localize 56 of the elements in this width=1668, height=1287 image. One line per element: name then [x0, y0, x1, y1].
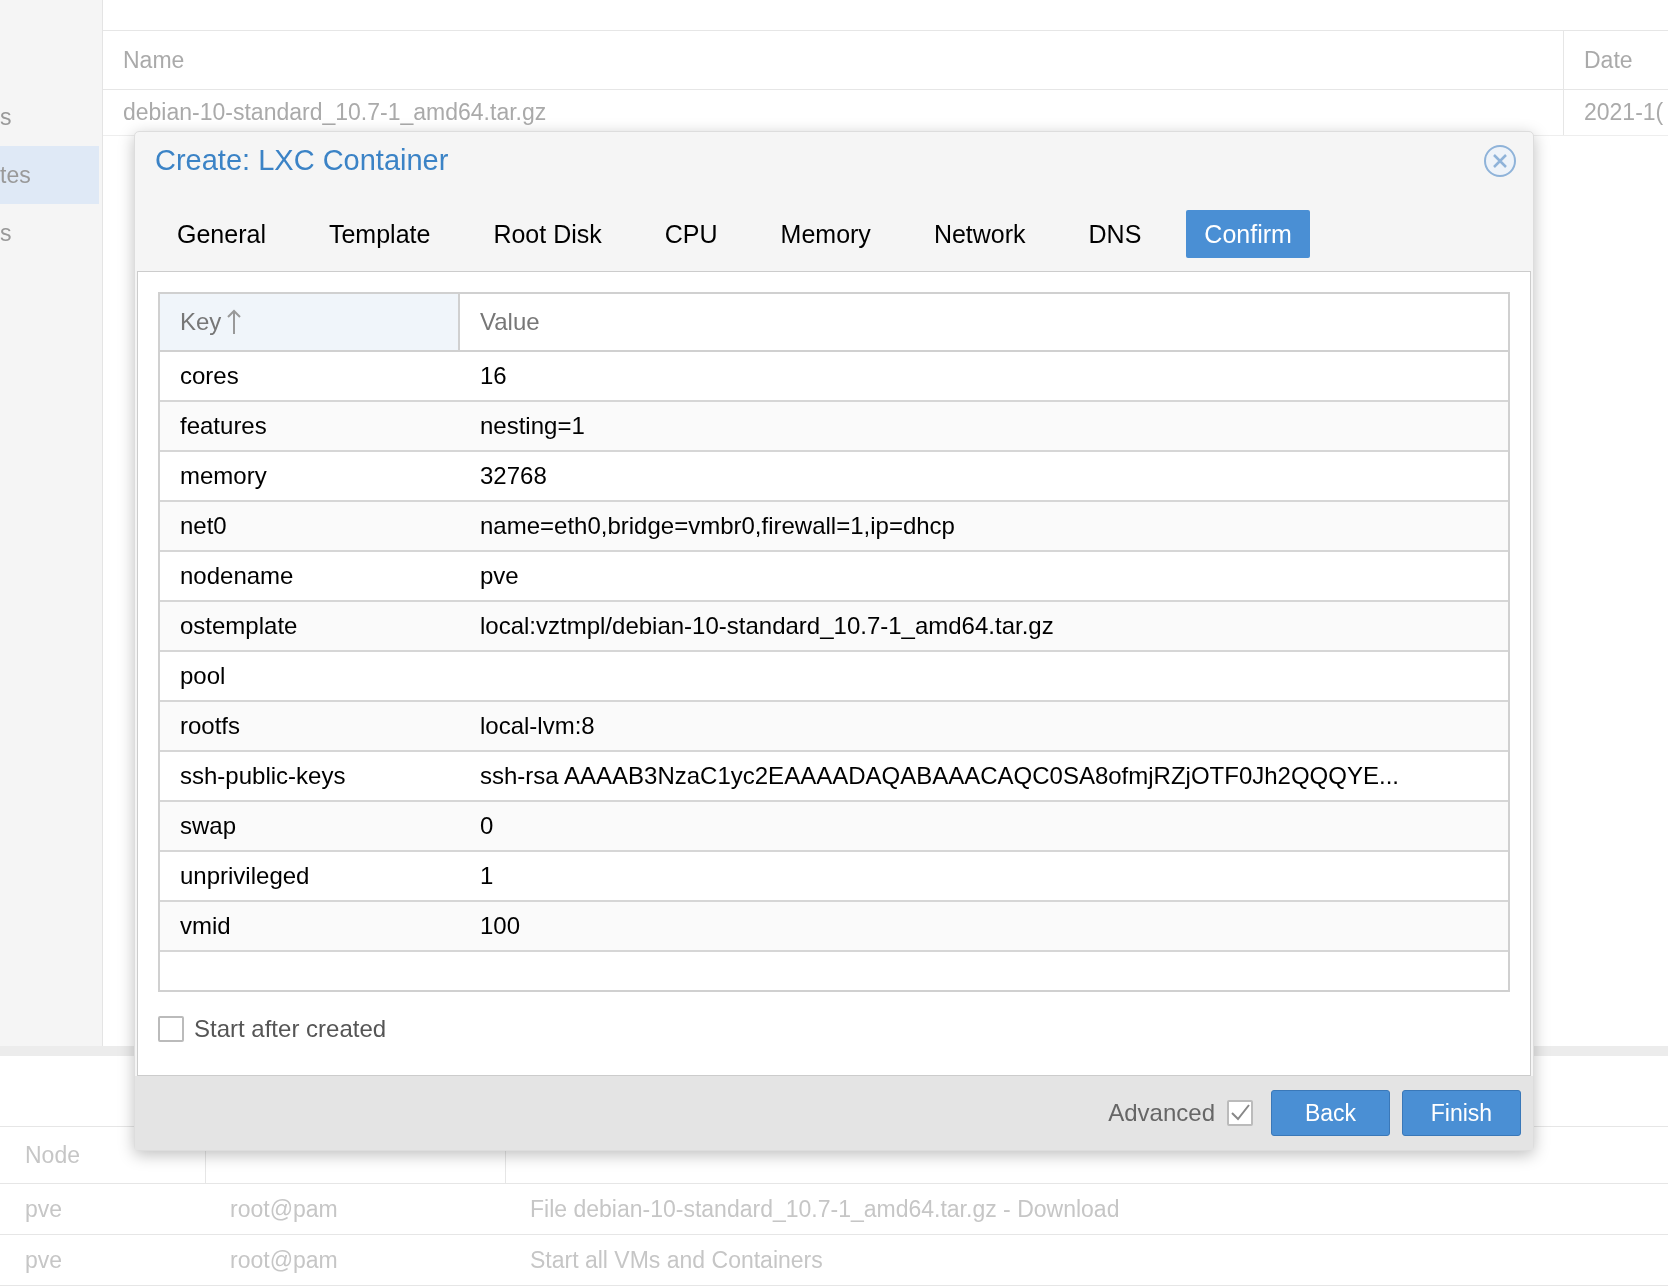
- table-cell-text: 1: [479, 861, 495, 891]
- tab[interactable]: Confirm: [1186, 210, 1310, 258]
- table-cell-text: vmid: [179, 911, 232, 941]
- tab[interactable]: General: [159, 210, 284, 258]
- table-cell-text: swap: [179, 811, 238, 841]
- table-cell-text: 32768: [479, 461, 548, 491]
- table-cell-text: nesting=1: [479, 411, 586, 441]
- checkbox[interactable]: [1227, 1100, 1253, 1126]
- tab[interactable]: Root Disk: [475, 210, 620, 258]
- close-button[interactable]: [1483, 144, 1517, 178]
- dialog-title: Create: LXC Container: [155, 143, 449, 179]
- table-cell-text: unprivileged: [179, 861, 311, 891]
- checkbox[interactable]: [158, 1016, 184, 1042]
- table-cell-text: local:vztmpl/debian-10-standard_10.7-1_amd64.tar.gz: [479, 611, 1055, 641]
- table-cell-text: pool: [179, 661, 227, 691]
- table-cell-text: memory: [179, 461, 268, 491]
- header-label: Key: [180, 307, 222, 337]
- table-cell-text: pve: [24, 1245, 64, 1275]
- table-cell-text: Start all VMs and Containers: [529, 1245, 824, 1275]
- dialog-button[interactable]: Finish: [1402, 1090, 1521, 1136]
- tab[interactable]: Template: [310, 210, 449, 258]
- checkbox-label: Start after created: [194, 1014, 387, 1044]
- dialog-button[interactable]: Back: [1271, 1090, 1390, 1136]
- table-cell-text: pve: [24, 1194, 64, 1224]
- table-cell-text: nodename: [179, 561, 295, 591]
- table-cell-text: net0: [179, 511, 228, 541]
- table-cell-text: pve: [479, 561, 520, 591]
- table-cell-text: 0: [479, 811, 495, 841]
- tab[interactable]: CPU: [646, 210, 736, 258]
- table-cell-text: File debian-10-standard_10.7-1_amd64.tar.gz - Download: [529, 1194, 1121, 1224]
- table-cell-text: root@pam: [229, 1194, 339, 1224]
- table-cell-text: ssh-public-keys: [179, 761, 347, 791]
- table-cell-text: root@pam: [229, 1245, 339, 1275]
- table-cell-text: ssh-rsa AAAAB3NzaC1yc2EAAAADAQABAAACAQC0SA8ofmjRZjOTF0Jh2QQQYE...: [479, 761, 1400, 791]
- column-header[interactable]: Date: [1563, 31, 1668, 89]
- sidebar-item[interactable]: s: [0, 88, 99, 146]
- table-cell-text: 100: [479, 911, 522, 941]
- column-header[interactable]: Name: [103, 31, 1563, 89]
- sort-up-icon: [227, 309, 242, 335]
- tab[interactable]: Memory: [762, 210, 889, 258]
- column-header[interactable]: Key: [160, 294, 460, 350]
- tab[interactable]: Network: [915, 210, 1044, 258]
- table-cell: 2021-1(: [1563, 90, 1668, 135]
- table-cell-text: local-lvm:8: [479, 711, 596, 741]
- table-cell-text: 16: [479, 361, 508, 391]
- column-header[interactable]: Value: [460, 294, 1508, 350]
- table-cell-text: cores: [179, 361, 240, 391]
- sidebar-item[interactable]: tes: [0, 146, 99, 204]
- sidebar-item[interactable]: s: [0, 204, 99, 262]
- table-cell-text: rootfs: [179, 711, 242, 741]
- table-cell-text: name=eth0,bridge=vmbr0,firewall=1,ip=dhcp: [479, 511, 956, 541]
- table-cell-text: ostemplate: [179, 611, 299, 641]
- table-cell-text: features: [179, 411, 268, 441]
- checkbox-label: Advanced: [1108, 1098, 1215, 1128]
- table-cell-text: debian-10-standard_10.7-1_amd64.tar.gz: [122, 98, 548, 128]
- tab[interactable]: DNS: [1070, 210, 1160, 258]
